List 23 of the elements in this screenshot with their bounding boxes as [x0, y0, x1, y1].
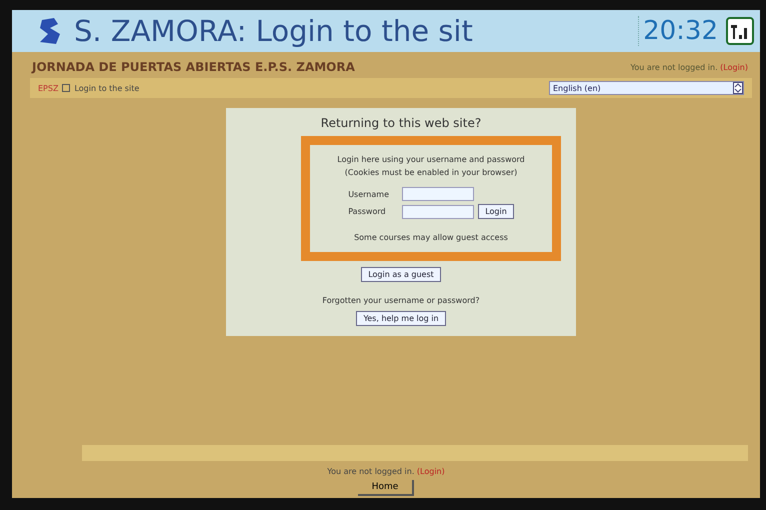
username-field[interactable]: [402, 187, 474, 201]
breadcrumb-current: Login to the site: [74, 84, 140, 92]
guest-login-button[interactable]: Login as a guest: [361, 267, 441, 282]
cookies-note: (Cookies must be enabled in your browser): [344, 168, 518, 177]
dropdown-icon: [733, 82, 743, 94]
site-name: JORNADA DE PUERTAS ABIERTAS E.P.S. ZAMORA: [32, 60, 355, 74]
help-login-button[interactable]: Yes, help me log in: [356, 311, 446, 326]
home-button[interactable]: Home: [358, 480, 414, 496]
page-icon: [62, 84, 70, 92]
clock-time: 20:32: [638, 16, 718, 46]
panel-heading: Returning to this web site?: [320, 116, 482, 130]
login-status: You are not logged in.: [630, 62, 718, 72]
window-title: S. ZAMORA: Login to the sit: [74, 14, 474, 48]
login-button[interactable]: Login: [478, 204, 514, 219]
password-field[interactable]: [402, 204, 474, 218]
password-label: Password: [348, 207, 387, 216]
login-instructions: Login here using your username and password: [337, 155, 525, 164]
forgot-question: Forgotten your username or password?: [322, 296, 480, 305]
username-label: Username: [348, 190, 390, 198]
guest-note: Some courses may allow guest access: [354, 233, 508, 242]
signal-icon: [726, 17, 754, 45]
language-select[interactable]: English (en): [549, 81, 744, 95]
login-status: You are not logged in.: [327, 467, 414, 476]
